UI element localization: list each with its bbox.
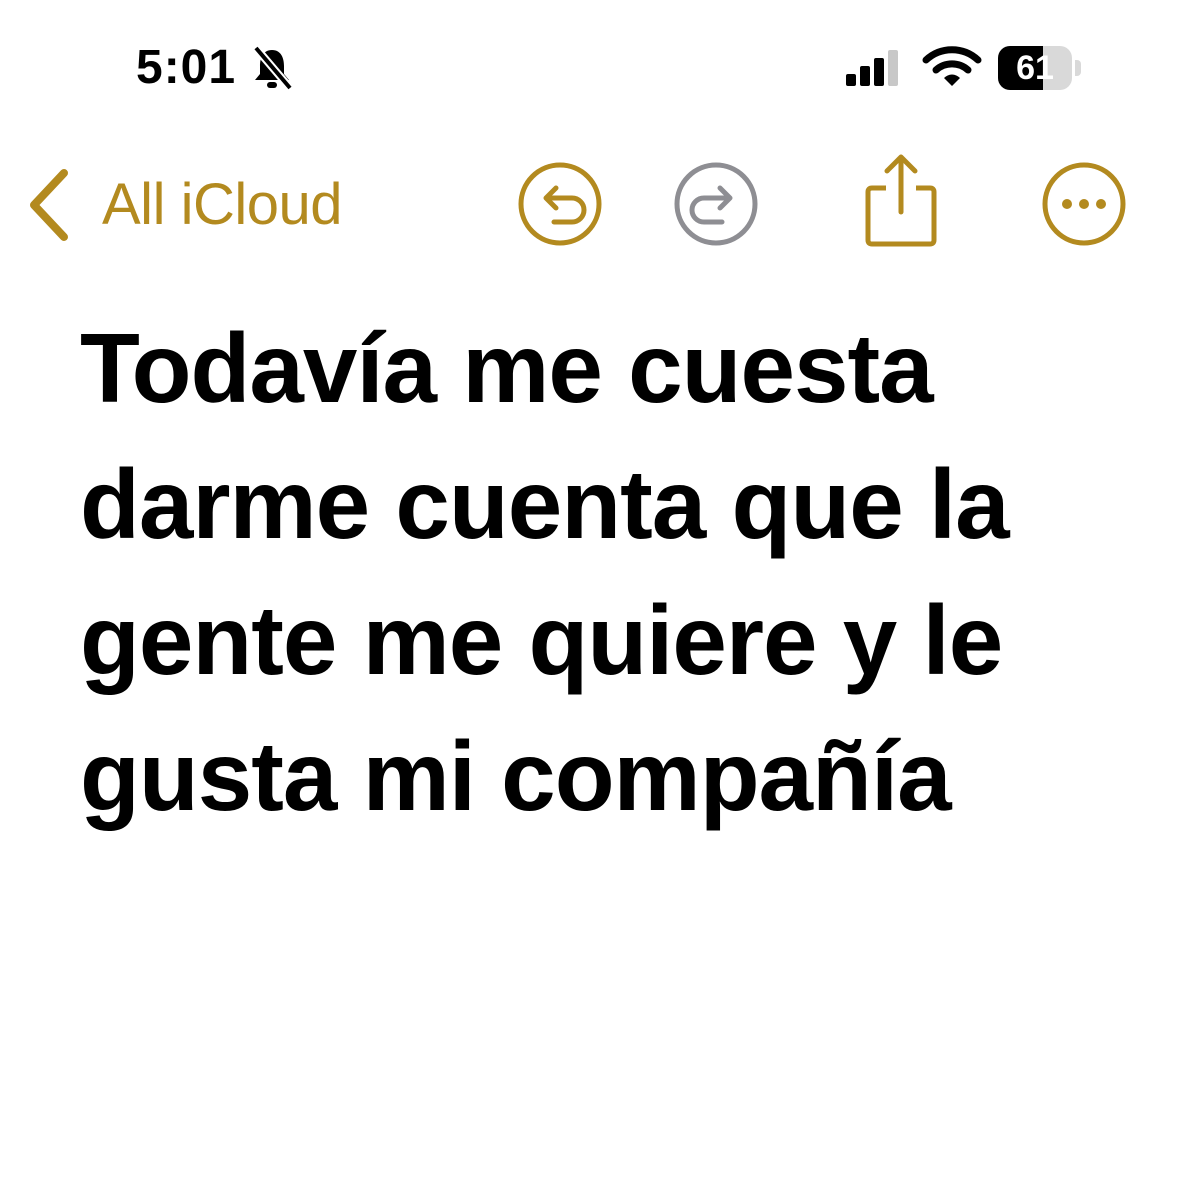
status-time: 5:01: [136, 41, 237, 94]
bell-slash-icon: [252, 45, 294, 91]
more-button[interactable]: [1038, 158, 1130, 250]
status-bar: 5:01 61: [0, 0, 1178, 130]
nav-bar: All iCloud: [0, 150, 1178, 260]
battery-cap: [1075, 60, 1081, 76]
share-icon: [865, 154, 937, 247]
back-button[interactable]: All iCloud: [24, 160, 343, 250]
battery-body: 61: [998, 46, 1072, 90]
chevron-left-icon: [30, 169, 68, 241]
share-button[interactable]: [856, 150, 946, 250]
redo-icon: [674, 162, 758, 246]
battery-level: 61: [1016, 49, 1054, 87]
more-icon: [1042, 162, 1126, 246]
battery-icon: 61: [998, 46, 1084, 90]
note-text[interactable]: Todavía me cuesta darme cuenta que la ge…: [80, 300, 1140, 844]
cellular-signal-icon: [846, 50, 898, 86]
back-label: All iCloud: [102, 172, 343, 237]
undo-icon: [518, 162, 602, 246]
redo-button[interactable]: [670, 158, 762, 250]
undo-button[interactable]: [514, 158, 606, 250]
wifi-icon: [922, 46, 982, 86]
